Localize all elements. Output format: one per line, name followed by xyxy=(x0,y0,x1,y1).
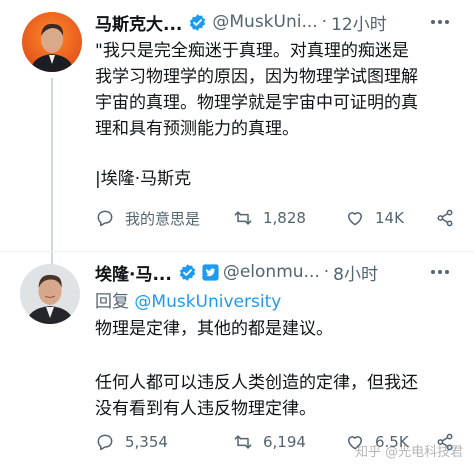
retweet-button[interactable]: 1,828 xyxy=(233,205,306,231)
retweet-icon xyxy=(234,435,252,449)
verified-badge-icon xyxy=(190,13,206,31)
like-button[interactable]: 14K xyxy=(345,205,404,231)
tweet-text-line: "我只是完全痴迷于真理。对真理的痴迷是 xyxy=(95,41,409,61)
handle[interactable]: @elonmu... xyxy=(223,262,320,282)
mention-link[interactable]: @MuskUniversity xyxy=(134,292,281,312)
share-button[interactable] xyxy=(435,205,465,231)
more-icon[interactable] xyxy=(428,10,452,34)
reply-button[interactable]: 我的意思是 xyxy=(95,205,200,231)
tweet-musk-university[interactable]: 马斯克大... @MuskUni... · 12小时 "我只是完全痴迷于真理。对… xyxy=(0,0,474,268)
more-icon[interactable] xyxy=(428,260,452,284)
retweet-count: 6,194 xyxy=(263,433,306,451)
reply-icon xyxy=(97,210,113,227)
handle[interactable]: @MuskUni... xyxy=(212,12,317,32)
reply-count: 5,354 xyxy=(125,433,168,451)
watermark: 知乎 @光电科技君 xyxy=(355,445,464,460)
share-icon xyxy=(437,209,453,227)
tweet-thread: 马斯克大... @MuskUni... · 12小时 "我只是完全痴迷于真理。对… xyxy=(0,0,474,465)
display-name[interactable]: 马斯克大... xyxy=(95,10,182,35)
twitter-bird-badge-icon xyxy=(202,263,219,281)
separator-dot: · xyxy=(321,12,328,32)
verified-badge-icon xyxy=(179,263,196,281)
tweet-header: 埃隆·马... @elonmu... · 8小时 xyxy=(95,260,378,285)
avatar[interactable] xyxy=(20,264,80,324)
reply-icon xyxy=(97,434,113,451)
timestamp[interactable]: 12小时 xyxy=(331,10,387,35)
reply-button[interactable]: 5,354 xyxy=(95,429,168,455)
tweet-actions: 我的意思是 1,828 14K xyxy=(95,205,457,231)
separator-dot: · xyxy=(323,262,330,282)
tweet-text-line: 任何人都可以违反人类创造的定律，但我还 xyxy=(95,373,418,393)
retweet-icon xyxy=(234,211,252,225)
tweet-signature: |埃隆·马斯克 xyxy=(95,169,192,189)
reply-label: 我的意思是 xyxy=(125,209,201,228)
replying-to: 回复 @MuskUniversity xyxy=(95,290,281,314)
like-icon xyxy=(348,212,362,226)
timestamp[interactable]: 8小时 xyxy=(333,260,378,285)
tweet-text-line: 宇宙的真理。物理学就是宇宙中可证明的真 xyxy=(95,93,418,113)
avatar[interactable] xyxy=(22,12,82,72)
retweet-button[interactable]: 6,194 xyxy=(233,429,306,455)
like-count: 14K xyxy=(375,209,404,227)
reply-prefix: 回复 xyxy=(95,292,129,312)
tweet-text-line: 理和具有预测能力的真理。 xyxy=(95,119,299,139)
tweet-text-line: 我学习物理学的原因，因为物理学试图理解 xyxy=(95,67,418,87)
tweet-header: 马斯克大... @MuskUni... · 12小时 xyxy=(95,10,387,35)
thread-connector-line xyxy=(51,78,53,268)
display-name[interactable]: 埃隆·马... xyxy=(95,260,172,285)
tweet-text-line: 没有看到有人违反物理定律。 xyxy=(95,399,316,419)
tweet-elon-musk[interactable]: 埃隆·马... @elonmu... · 8小时 回复 @MuskUnivers… xyxy=(0,252,474,465)
retweet-count: 1,828 xyxy=(263,209,306,227)
tweet-text: 物理是定律，其他的都是建议。 xyxy=(95,319,333,339)
tweet-text: "我只是完全痴迷于真理。对真理的痴迷是 我学习物理学的原因，因为物理学试图理解 … xyxy=(95,38,455,142)
tweet-text: 任何人都可以违反人类创造的定律，但我还 没有看到有人违反物理定律。 xyxy=(95,370,418,422)
